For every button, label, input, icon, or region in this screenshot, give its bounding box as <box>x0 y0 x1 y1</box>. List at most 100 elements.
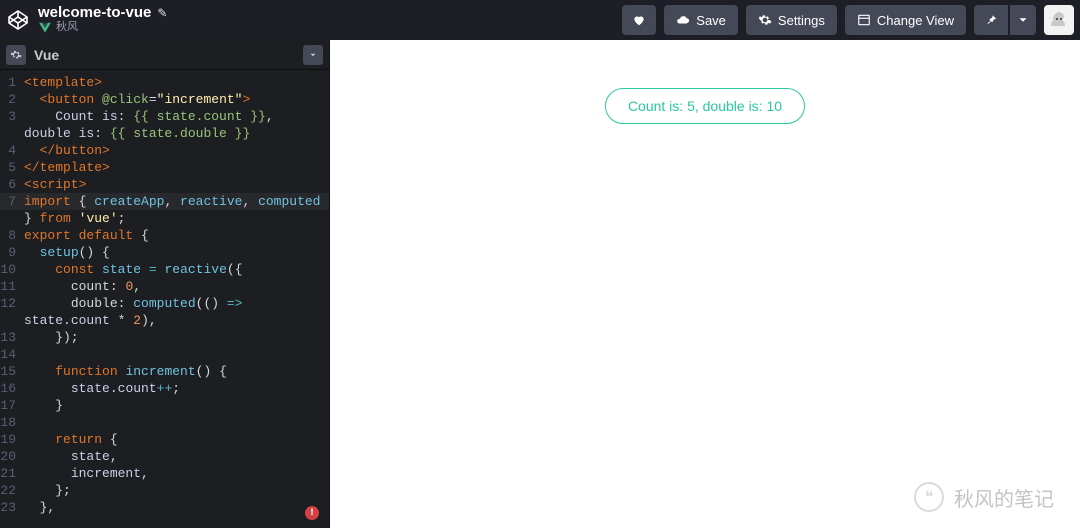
code-line[interactable]: 16 state.count++; <box>0 380 329 397</box>
error-indicator[interactable]: ! <box>305 506 319 520</box>
user-avatar[interactable] <box>1044 5 1074 35</box>
code-line[interactable]: 10 const state = reactive({ <box>0 261 329 278</box>
code-line[interactable]: 11 count: 0, <box>0 278 329 295</box>
code-line[interactable]: 5</template> <box>0 159 329 176</box>
code-content: }; <box>24 482 329 499</box>
settings-label: Settings <box>778 13 825 28</box>
title-block: welcome-to-vue ✎ 秋风 <box>38 5 167 35</box>
code-content: <template> <box>24 74 329 91</box>
code-content: const state = reactive({ <box>24 261 329 278</box>
code-line[interactable]: 13 }); <box>0 329 329 346</box>
code-line[interactable]: 14 <box>0 346 329 363</box>
line-number <box>0 312 24 329</box>
line-number: 11 <box>0 278 24 295</box>
change-view-button[interactable]: Change View <box>845 5 966 35</box>
pin-dropdown[interactable] <box>1010 5 1036 35</box>
line-number: 15 <box>0 363 24 380</box>
code-content: <button @click="increment"> <box>24 91 329 108</box>
line-number <box>0 210 24 227</box>
code-content: state.count++; <box>24 380 329 397</box>
edit-title-icon[interactable]: ✎ <box>157 7 167 20</box>
line-number: 8 <box>0 227 24 244</box>
code-line[interactable]: } from 'vue'; <box>0 210 329 227</box>
line-number: 4 <box>0 142 24 159</box>
line-number: 16 <box>0 380 24 397</box>
change-view-label: Change View <box>877 13 954 28</box>
vue-icon <box>38 21 52 35</box>
save-button[interactable]: Save <box>664 5 738 35</box>
code-line[interactable]: 15 function increment() { <box>0 363 329 380</box>
pen-title[interactable]: welcome-to-vue <box>38 5 151 21</box>
editor-expand-button[interactable] <box>303 45 323 65</box>
code-content: }, <box>24 499 329 516</box>
code-line[interactable]: 21 increment, <box>0 465 329 482</box>
code-content: </template> <box>24 159 329 176</box>
code-content: } from 'vue'; <box>24 210 329 227</box>
settings-button[interactable]: Settings <box>746 5 837 35</box>
code-line[interactable]: 9 setup() { <box>0 244 329 261</box>
avatar-image <box>1047 8 1071 32</box>
code-line[interactable]: 17 } <box>0 397 329 414</box>
line-number: 6 <box>0 176 24 193</box>
code-line[interactable]: 8export default { <box>0 227 329 244</box>
code-line[interactable]: 22 }; <box>0 482 329 499</box>
line-number: 12 <box>0 295 24 312</box>
code-content: return { <box>24 431 329 448</box>
editor-settings-button[interactable] <box>6 45 26 65</box>
preview-pane: Count is: 5, double is: 10 <box>330 40 1080 528</box>
line-number: 14 <box>0 346 24 363</box>
preview-count-label: Count is: 5, double is: 10 <box>628 98 782 114</box>
code-line[interactable]: 18 <box>0 414 329 431</box>
code-content: Count is: {{ state.count }}, <box>24 108 329 125</box>
code-content: }); <box>24 329 329 346</box>
topbar-left: welcome-to-vue ✎ 秋风 <box>6 5 622 35</box>
code-content: </button> <box>24 142 329 159</box>
topbar: welcome-to-vue ✎ 秋风 Save Settings <box>0 0 1080 40</box>
code-content: setup() { <box>24 244 329 261</box>
chevron-down-icon <box>308 50 318 60</box>
code-line[interactable]: 1<template> <box>0 74 329 91</box>
code-content: function increment() { <box>24 363 329 380</box>
gear-icon <box>10 49 22 61</box>
code-line[interactable]: 12 double: computed(() => <box>0 295 329 312</box>
code-content: <script> <box>24 176 329 193</box>
line-number: 17 <box>0 397 24 414</box>
line-number: 13 <box>0 329 24 346</box>
topbar-right: Save Settings Change View <box>622 5 1074 35</box>
pin-group <box>974 5 1036 35</box>
code-line[interactable]: 2 <button @click="increment"> <box>0 91 329 108</box>
code-editor[interactable]: 1<template>2 <button @click="increment">… <box>0 70 329 528</box>
line-number: 21 <box>0 465 24 482</box>
line-number: 18 <box>0 414 24 431</box>
code-line[interactable]: 20 state, <box>0 448 329 465</box>
code-content <box>24 346 329 363</box>
code-content: state, <box>24 448 329 465</box>
line-number: 1 <box>0 74 24 91</box>
code-content: export default { <box>24 227 329 244</box>
pin-button[interactable] <box>974 5 1008 35</box>
code-content: import { createApp, reactive, computed <box>24 193 329 210</box>
code-line[interactable]: state.count * 2), <box>0 312 329 329</box>
code-line[interactable]: 4 </button> <box>0 142 329 159</box>
code-line[interactable]: double is: {{ state.double }} <box>0 125 329 142</box>
layout-icon <box>857 13 871 27</box>
code-line[interactable]: 23 }, <box>0 499 329 516</box>
codepen-logo[interactable] <box>6 8 30 32</box>
code-line[interactable]: 7import { createApp, reactive, computed <box>0 193 329 210</box>
code-content: double: computed(() => <box>24 295 329 312</box>
preview-count-button[interactable]: Count is: 5, double is: 10 <box>605 88 805 124</box>
editor-column: Vue 1<template>2 <button @click="increme… <box>0 40 330 528</box>
editor-panel-title: Vue <box>34 47 59 63</box>
author-row[interactable]: 秋风 <box>38 21 167 35</box>
code-content <box>24 414 329 431</box>
editor-panel-header: Vue <box>0 40 329 70</box>
save-label: Save <box>696 13 726 28</box>
code-content: } <box>24 397 329 414</box>
code-line[interactable]: 3 Count is: {{ state.count }}, <box>0 108 329 125</box>
code-line[interactable]: 6<script> <box>0 176 329 193</box>
author-name: 秋风 <box>56 22 78 34</box>
line-number: 7 <box>0 193 24 210</box>
code-line[interactable]: 19 return { <box>0 431 329 448</box>
like-button[interactable] <box>622 5 656 35</box>
line-number: 20 <box>0 448 24 465</box>
